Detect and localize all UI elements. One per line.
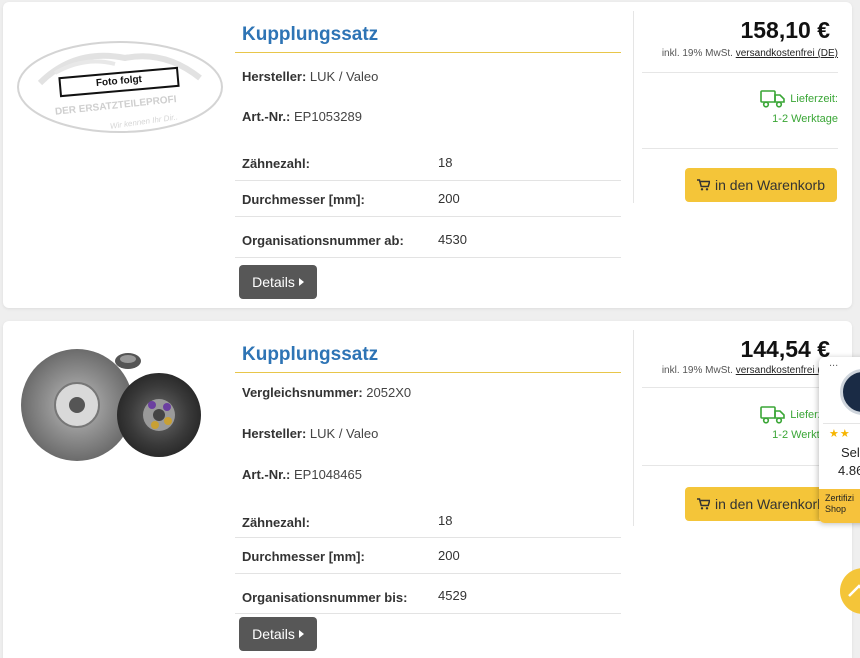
table-value: 4529 — [438, 588, 467, 603]
table-label: Zähnezahl: — [242, 156, 310, 171]
table-row: Durchmesser [mm]: 200 — [235, 538, 621, 574]
cart-icon — [697, 179, 710, 191]
details-button[interactable]: Details — [239, 617, 317, 651]
table-value: 4530 — [438, 232, 467, 247]
product-price: 144,54 € — [740, 336, 830, 362]
product-title-link[interactable]: Kupplungssatz — [235, 336, 621, 373]
tax-text: inkl. 19% MwSt. — [661, 365, 736, 376]
table-label: Organisationsnummer bis: — [242, 590, 408, 605]
add-to-cart-button[interactable]: in den Warenkorb — [685, 487, 837, 521]
rating-stars-icon: ★★ — [829, 428, 851, 440]
detail-label: Vergleichsnummer: — [242, 385, 367, 400]
delivery-label: Lieferzeit: — [790, 92, 838, 105]
detail-label: Art.-Nr.: — [242, 109, 294, 124]
detail-value: LUK / Valeo — [309, 69, 379, 84]
table-row: Organisationsnummer ab: 4530 — [235, 217, 621, 258]
divider — [642, 465, 838, 466]
shipping-link[interactable]: versandkostenfrei (DE) — [736, 48, 838, 59]
detail-row-comparison-number: Vergleichsnummer: 2052X0 — [235, 373, 621, 413]
table-label: Durchmesser [mm]: — [242, 192, 365, 207]
table-row: Zähnezahl: 18 — [235, 146, 621, 181]
table-value: 18 — [438, 155, 453, 170]
product-details: Kupplungssatz Vergleichsnummer: 2052X0 H… — [235, 336, 621, 614]
svg-text:Wir kennen Ihr Dir..: Wir kennen Ihr Dir.. — [109, 112, 178, 130]
divider — [642, 72, 838, 73]
tax-info: inkl. 19% MwSt. versandkostenfrei (DE) — [662, 48, 838, 59]
table-row: Durchmesser [mm]: 200 — [235, 181, 621, 217]
details-button-label: Details — [252, 274, 295, 290]
detail-label: Hersteller: — [242, 426, 310, 441]
divider — [642, 387, 838, 388]
table-value: 18 — [438, 513, 453, 528]
table-label: Durchmesser [mm]: — [242, 549, 365, 564]
trusted-shops-widget[interactable]: ... ★★ Sel 4.86 Zertifizi Shop — [819, 357, 860, 523]
tax-text: inkl. 19% MwSt. — [661, 48, 736, 59]
table-value: 200 — [438, 548, 460, 563]
table-label: Zähnezahl: — [242, 515, 310, 530]
details-button-label: Details — [252, 626, 295, 642]
product-price: 158,10 € — [740, 17, 830, 43]
certified-shop-badge: Zertifizi Shop — [819, 489, 860, 523]
detail-row-article-number: Art.-Nr.: EP1048465 — [235, 454, 621, 495]
product-title-link[interactable]: Kupplungssatz — [235, 16, 621, 53]
divider — [823, 423, 860, 424]
truck-icon — [760, 406, 786, 424]
table-row: Organisationsnummer bis: 4529 — [235, 574, 621, 614]
chevron-up-icon — [848, 584, 860, 597]
rating-text: Sel — [841, 445, 860, 460]
detail-value: EP1053289 — [294, 109, 362, 124]
product-image[interactable] — [15, 345, 225, 465]
details-button[interactable]: Details — [239, 265, 317, 299]
delivery-info: Lieferzeit: 1-2 Werktage — [760, 89, 838, 125]
detail-value: LUK / Valeo — [309, 426, 379, 441]
product-card: DER ERSATZTEILEPROFI Wir kennen Ihr Dir.… — [3, 2, 852, 308]
detail-label: Hersteller: — [242, 69, 310, 84]
truck-icon — [760, 90, 786, 108]
product-list-page: DER ERSATZTEILEPROFI Wir kennen Ihr Dir.… — [0, 0, 860, 658]
tax-info: inkl. 19% MwSt. versandkostenfrei (DE) — [662, 365, 838, 376]
detail-row-manufacturer: Hersteller: LUK / Valeo — [235, 57, 621, 97]
add-to-cart-label: in den Warenkorb — [715, 177, 825, 193]
table-row: Zähnezahl: 18 — [235, 503, 621, 538]
clutch-kit-image — [21, 349, 201, 461]
add-to-cart-label: in den Warenkorb — [715, 496, 825, 512]
rating-score: 4.86 — [838, 463, 860, 478]
detail-value: 2052X0 — [366, 385, 412, 400]
scroll-to-top-button[interactable] — [840, 568, 860, 614]
table-label: Organisationsnummer ab: — [242, 233, 404, 248]
more-options-icon[interactable]: ... — [829, 357, 838, 369]
detail-row-manufacturer: Hersteller: LUK / Valeo — [235, 413, 621, 454]
delivery-value: 1-2 Werktage — [772, 113, 838, 125]
product-image-placeholder[interactable]: DER ERSATZTEILEPROFI Wir kennen Ihr Dir.… — [15, 38, 225, 136]
divider — [642, 148, 838, 149]
add-to-cart-button[interactable]: in den Warenkorb — [685, 168, 837, 202]
detail-row-article-number: Art.-Nr.: EP1053289 — [235, 97, 621, 137]
detail-value: EP1048465 — [294, 467, 362, 482]
detail-label: Art.-Nr.: — [242, 467, 294, 482]
caret-right-icon — [298, 630, 304, 638]
caret-right-icon — [298, 278, 304, 286]
cart-icon — [697, 498, 710, 510]
product-card: Kupplungssatz Vergleichsnummer: 2052X0 H… — [3, 321, 852, 658]
product-details: Kupplungssatz Hersteller: LUK / Valeo Ar… — [235, 16, 621, 258]
trust-seal-icon — [840, 369, 860, 415]
table-value: 200 — [438, 191, 460, 206]
